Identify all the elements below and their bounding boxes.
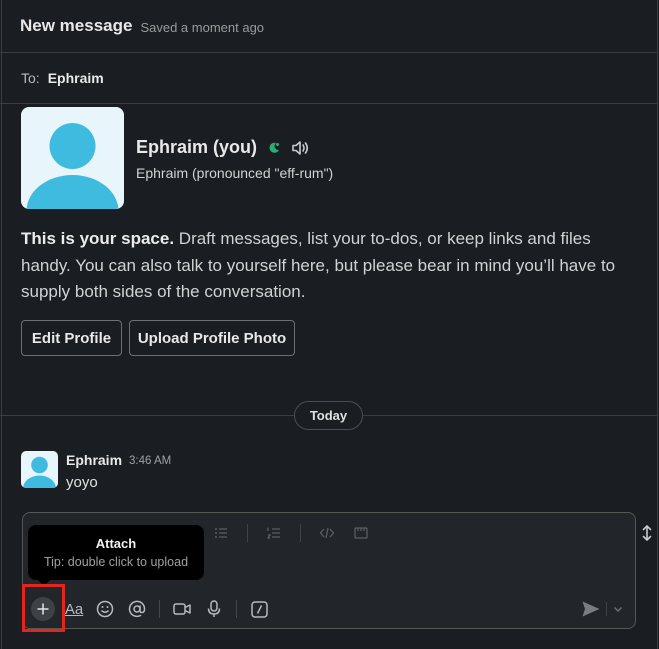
avatar[interactable]: [21, 451, 58, 488]
message-author[interactable]: Ephraim: [66, 452, 122, 468]
to-field[interactable]: To: Ephraim: [0, 53, 657, 104]
speaker-icon[interactable]: [291, 140, 309, 156]
profile-name[interactable]: Ephraim (you): [136, 137, 257, 158]
audio-clip-button[interactable]: [204, 599, 224, 619]
edit-profile-button[interactable]: Edit Profile: [21, 320, 122, 356]
recipient-chip[interactable]: Ephraim: [48, 70, 104, 86]
expand-composer-icon[interactable]: [640, 524, 654, 542]
send-divider: [606, 602, 607, 616]
page-title: New message: [20, 16, 133, 35]
shortcuts-button[interactable]: [249, 599, 269, 619]
tooltip-subtitle: Tip: double click to upload: [43, 555, 189, 569]
to-label: To:: [21, 70, 40, 86]
active-status-icon: [269, 142, 280, 153]
message-timestamp[interactable]: 3:46 AM: [129, 455, 171, 467]
space-intro: This is your space. Draft messages, list…: [21, 226, 636, 306]
attach-button-highlight: [22, 584, 65, 632]
message-text: yoyo: [66, 474, 98, 491]
profile-name-row: Ephraim (you): [136, 137, 309, 158]
bulleted-list-icon[interactable]: [213, 525, 229, 541]
tooltip-title: Attach: [95, 536, 137, 551]
toolbar-divider: [247, 524, 248, 542]
numbered-list-icon[interactable]: [266, 525, 282, 541]
video-camera-icon: [173, 603, 191, 615]
pronunciation: Ephraim (pronounced "eff-rum"): [136, 165, 334, 181]
toolbar-divider: [159, 600, 160, 618]
emoji-button[interactable]: [95, 599, 115, 619]
saved-status: Saved a moment ago: [140, 19, 265, 35]
at-sign-icon: [128, 600, 146, 618]
attach-tooltip: Attach Tip: double click to upload: [28, 525, 204, 586]
toolbar-divider: [300, 524, 301, 542]
intro-heading: This is your space.: [21, 229, 175, 248]
microphone-icon: [207, 600, 221, 617]
chevron-down-icon[interactable]: [612, 603, 624, 615]
emoji-icon: [96, 600, 114, 618]
video-clip-button[interactable]: [172, 599, 192, 619]
profile-avatar[interactable]: [21, 107, 124, 209]
mention-button[interactable]: [127, 599, 147, 619]
formatting-toggle-button[interactable]: Aa: [63, 598, 85, 620]
code-block-icon[interactable]: [353, 525, 369, 541]
slash-command-icon: [250, 600, 268, 618]
date-divider-label[interactable]: Today: [294, 401, 363, 430]
compose-header: New message Saved a moment ago: [0, 0, 657, 53]
upload-profile-photo-button[interactable]: Upload Profile Photo: [129, 320, 295, 356]
code-icon[interactable]: [319, 525, 335, 541]
toolbar-divider: [236, 600, 237, 618]
send-icon[interactable]: [581, 600, 601, 618]
